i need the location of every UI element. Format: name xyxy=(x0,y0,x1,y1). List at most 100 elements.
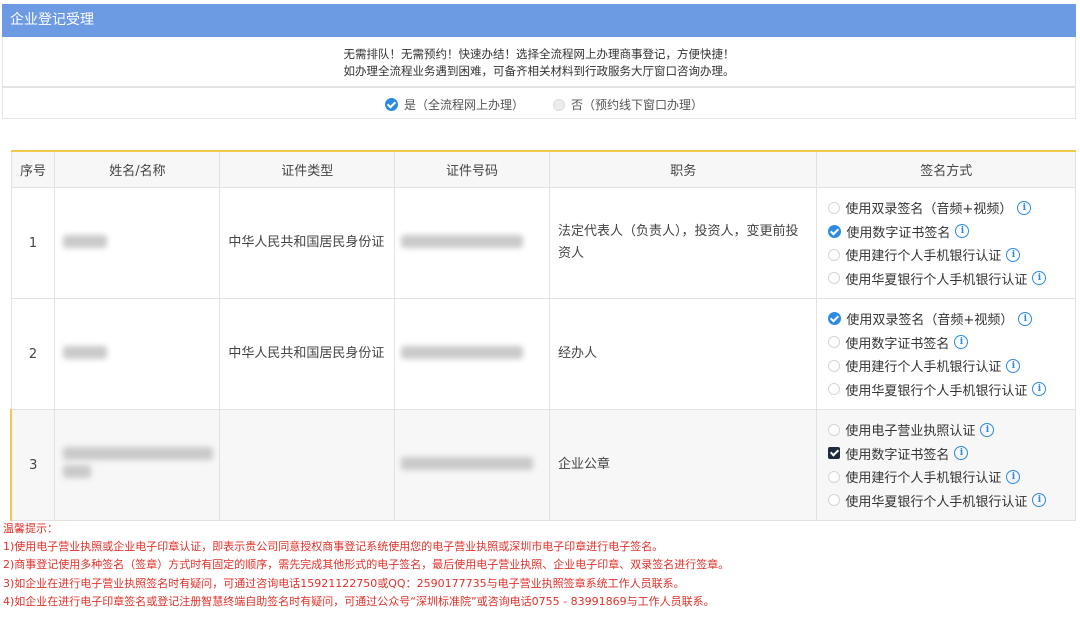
sign-option-hxb-mobile[interactable]: 使用华夏银行个人手机银行认证 i xyxy=(828,378,1064,402)
table-row: 1 中华人民共和国居民身份证 法定代表人（负责人），投资人，变更前投资人 使用双… xyxy=(10,187,1076,299)
sign-option-dual-record[interactable]: 使用双录签名（音频+视频） i xyxy=(828,196,1064,220)
id-number-cell xyxy=(394,187,550,299)
info-icon[interactable]: i xyxy=(954,446,969,461)
row-index: 1 xyxy=(10,187,56,299)
sign-option-label: 使用华夏银行个人手机银行认证 xyxy=(845,272,1028,288)
col-header-id-number: 证件号码 xyxy=(394,150,550,188)
id-number-cell xyxy=(394,298,550,410)
checkbox-checked-icon[interactable] xyxy=(828,447,841,460)
sign-option-hxb-mobile[interactable]: 使用华夏银行个人手机银行认证 i xyxy=(828,489,1064,513)
sign-option-ccb-mobile[interactable]: 使用建行个人手机银行认证 i xyxy=(828,354,1064,378)
row-index: 3 xyxy=(10,409,56,521)
duty-cell: 法定代表人（负责人），投资人，变更前投资人 xyxy=(548,187,818,299)
sign-option-label: 使用双录签名（音频+视频） xyxy=(845,202,1013,218)
mode-no-option[interactable]: 否（预约线下窗口办理） xyxy=(553,96,703,113)
row-index: 2 xyxy=(10,298,56,410)
sign-option-dual-record[interactable]: 使用双录签名（音频+视频） i xyxy=(828,307,1064,331)
radio-unchecked-icon[interactable] xyxy=(553,98,565,111)
sign-option-hxb-mobile[interactable]: 使用华夏银行个人手机银行认证 i xyxy=(828,267,1064,291)
sign-option-ccb-mobile[interactable]: 使用建行个人手机银行认证 i xyxy=(828,243,1064,267)
tip-item: 1)使用电子营业执照或企业电子印章认证，即表示贵公司同意授权商事登记系统使用您的… xyxy=(3,540,664,554)
redacted-id-number xyxy=(401,456,534,470)
id-number-cell xyxy=(394,409,550,521)
name-cell xyxy=(54,187,221,299)
notice-line-1: 无需排队！无需预约！快速办结！选择全流程网上办理商事登记，方便快捷！ xyxy=(343,47,735,61)
radio-checked-icon[interactable] xyxy=(828,312,842,326)
col-header-index: 序号 xyxy=(10,150,56,188)
sign-option-e-license[interactable]: 使用电子营业执照认证 i xyxy=(828,418,1064,442)
radio-unchecked-icon[interactable] xyxy=(828,423,841,436)
info-icon[interactable]: i xyxy=(1032,493,1047,508)
info-icon[interactable]: i xyxy=(1017,200,1032,215)
info-icon[interactable]: i xyxy=(1032,271,1047,286)
sign-method-cell: 使用电子营业执照认证 i 使用数字证书签名 i 使用建行个人手机银行认证 i 使… xyxy=(816,409,1076,521)
col-header-id-type: 证件类型 xyxy=(219,150,396,188)
radio-unchecked-icon[interactable] xyxy=(828,470,841,483)
mode-choice: 是（全流程网上办理） 否（预约线下窗口办理） xyxy=(2,87,1076,119)
radio-unchecked-icon[interactable] xyxy=(828,336,841,349)
id-type-cell xyxy=(219,409,396,521)
page-header: 企业登记受理 xyxy=(2,4,1076,37)
tip-item: 4)如企业在进行电子印章签名或登记注册智慧终端自助签名时有疑问，可通过公众号“深… xyxy=(3,594,715,608)
redacted-name xyxy=(63,345,108,359)
sign-option-label: 使用建行个人手机银行认证 xyxy=(845,471,1002,487)
radio-checked-icon[interactable] xyxy=(828,224,842,238)
radio-unchecked-icon[interactable] xyxy=(828,248,841,261)
sign-option-label: 使用建行个人手机银行认证 xyxy=(845,360,1002,376)
redacted-name xyxy=(63,465,92,478)
radio-unchecked-icon[interactable] xyxy=(828,383,841,396)
radio-checked-icon[interactable] xyxy=(385,98,398,111)
radio-unchecked-icon[interactable] xyxy=(828,201,841,214)
sign-method-cell: 使用双录签名（音频+视频） i 使用数字证书签名 i 使用建行个人手机银行认证 … xyxy=(816,187,1076,299)
radio-unchecked-icon[interactable] xyxy=(828,272,841,285)
redacted-id-number xyxy=(401,234,524,248)
radio-unchecked-icon[interactable] xyxy=(828,494,841,507)
sign-option-label: 使用建行个人手机银行认证 xyxy=(845,249,1002,265)
table-row: 2 中华人民共和国居民身份证 经办人 使用双录签名（音频+视频） i 使用数字证… xyxy=(10,298,1076,410)
tips-title: 温馨提示： xyxy=(3,522,58,535)
name-cell xyxy=(54,298,221,410)
info-icon[interactable]: i xyxy=(980,422,995,437)
sign-option-label: 使用华夏银行个人手机银行认证 xyxy=(845,383,1028,399)
info-icon[interactable]: i xyxy=(1032,382,1047,397)
info-icon[interactable]: i xyxy=(954,335,969,350)
info-icon[interactable]: i xyxy=(1006,247,1021,262)
redacted-id-number xyxy=(401,345,524,359)
mode-yes-option[interactable]: 是（全流程网上办理） xyxy=(385,96,524,113)
sign-option-ccb-mobile[interactable]: 使用建行个人手机银行认证 i xyxy=(828,465,1064,489)
tip-item: 3)如企业在进行电子营业执照签名时有疑问，可通过咨询电话15921122750或… xyxy=(3,576,685,590)
redacted-name xyxy=(63,447,214,460)
sign-option-label: 使用电子营业执照认证 xyxy=(845,424,976,440)
sign-method-cell: 使用双录签名（音频+视频） i 使用数字证书签名 i 使用建行个人手机银行认证 … xyxy=(816,298,1076,410)
table-row: 3 企业公章 使用电子营业执照认证 i 使用数字证书签名 i 使用建行个人手机银… xyxy=(10,409,1076,521)
col-header-sign-method: 签名方式 xyxy=(816,150,1076,188)
sign-option-label: 使用华夏银行个人手机银行认证 xyxy=(845,494,1028,510)
col-header-name: 姓名/名称 xyxy=(54,150,221,188)
signer-table: 序号 姓名/名称 证件类型 证件号码 职务 签名方式 1 中华人民共和国居民身份… xyxy=(10,150,1076,521)
notice-line-2: 如办理全流程业务遇到困难，可备齐相关材料到行政服务大厅窗口咨询办理。 xyxy=(343,64,735,78)
mode-yes-label: 是（全流程网上办理） xyxy=(404,98,525,112)
info-icon[interactable]: i xyxy=(1006,358,1021,373)
mode-no-label: 否（预约线下窗口办理） xyxy=(571,98,704,112)
sign-option-digital-cert[interactable]: 使用数字证书签名 i xyxy=(828,442,1064,466)
id-type-cell: 中华人民共和国居民身份证 xyxy=(219,187,396,299)
id-type-cell: 中华人民共和国居民身份证 xyxy=(219,298,396,410)
sign-option-label: 使用双录签名（音频+视频） xyxy=(846,313,1014,329)
sign-option-label: 使用数字证书签名 xyxy=(846,225,951,241)
tip-item: 2)商事登记使用多种签名（签章）方式时有固定的顺序，需先完成其他形式的电子签名，… xyxy=(3,558,730,572)
tips-section: 温馨提示： 1)使用电子营业执照或企业电子印章认证，即表示贵公司同意授权商事登记… xyxy=(3,520,729,611)
info-icon[interactable]: i xyxy=(1018,311,1033,326)
duty-cell: 企业公章 xyxy=(548,409,818,521)
notice-box: 无需排队！无需预约！快速办结！选择全流程网上办理商事登记，方便快捷！ 如办理全流… xyxy=(2,37,1076,87)
sign-option-label: 使用数字证书签名 xyxy=(845,447,950,463)
sign-option-digital-cert[interactable]: 使用数字证书签名 i xyxy=(828,220,1064,244)
duty-cell: 经办人 xyxy=(548,298,818,410)
info-icon[interactable]: i xyxy=(1006,469,1021,484)
sign-option-digital-cert[interactable]: 使用数字证书签名 i xyxy=(828,331,1064,355)
col-header-duty: 职务 xyxy=(548,150,818,188)
table-header-row: 序号 姓名/名称 证件类型 证件号码 职务 签名方式 xyxy=(10,150,1076,188)
sign-option-label: 使用数字证书签名 xyxy=(845,336,950,352)
radio-unchecked-icon[interactable] xyxy=(828,359,841,372)
page-title: 企业登记受理 xyxy=(10,12,94,28)
info-icon[interactable]: i xyxy=(955,224,970,239)
